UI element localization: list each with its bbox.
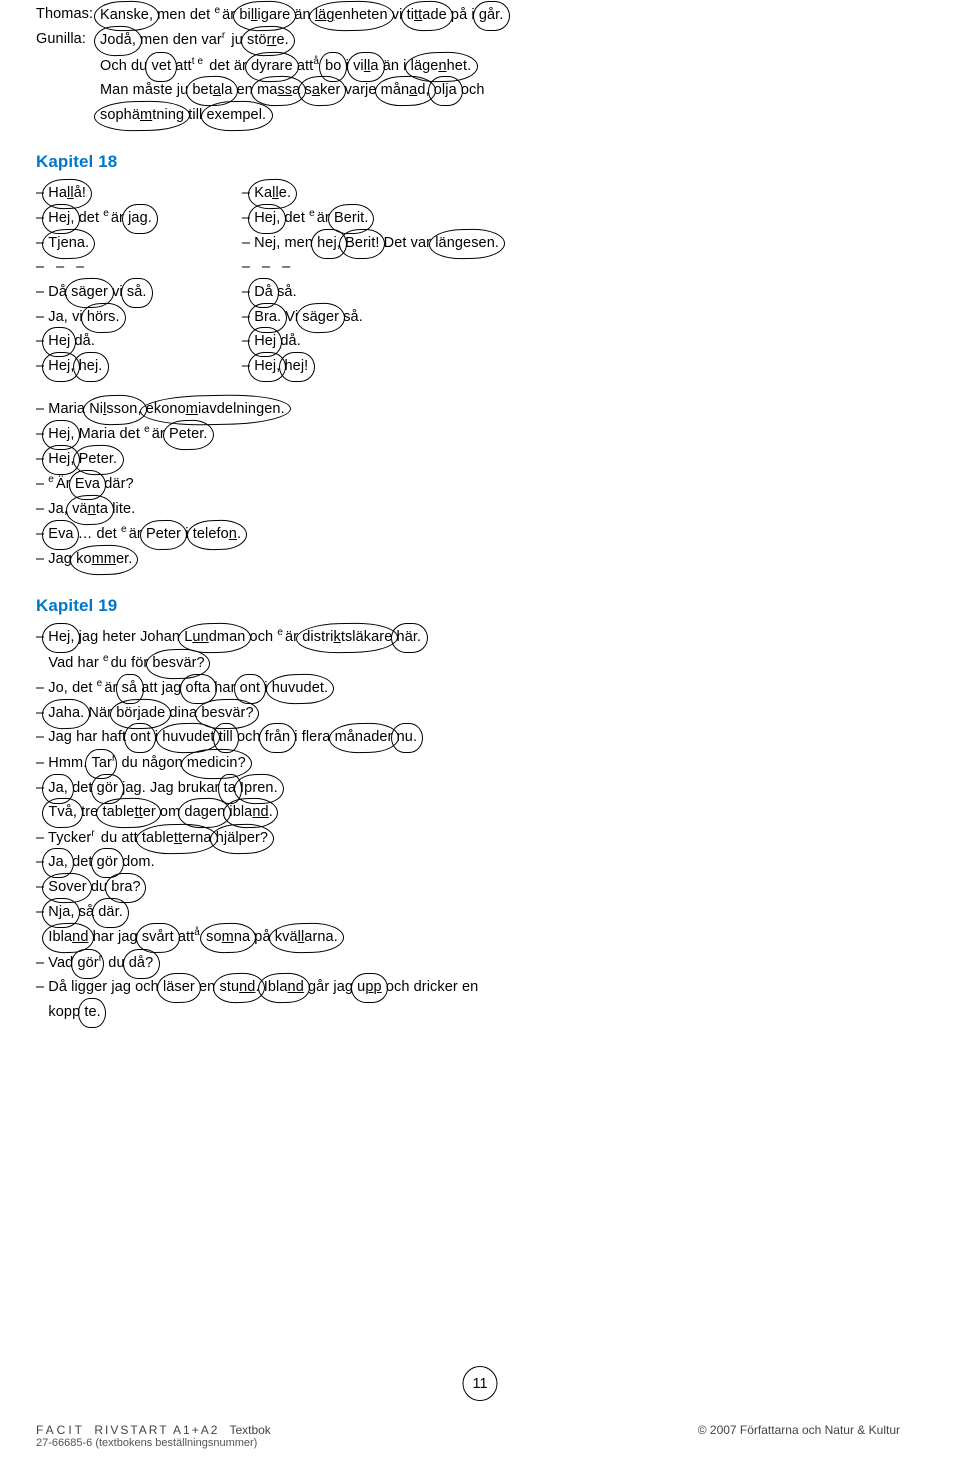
book-suffix: Textbok (229, 1423, 270, 1437)
speaker-label: Thomas: (36, 2, 100, 27)
speaker-label: Gunilla: (36, 27, 100, 52)
line: – Hej, det eär Berit. (242, 205, 499, 230)
line: Och du vet attt e det är dyrare attå bo … (100, 53, 900, 78)
dialog-row: Gunilla: Jodå, men den varr ju större. (36, 27, 900, 52)
line: – Vad görr du då? (36, 950, 900, 975)
line: – Tyckerr du att tabletterna hjälper? (36, 825, 900, 850)
line: – Hej då. (242, 329, 499, 354)
content: Thomas: Kanske, men det eär billigare än… (36, 0, 900, 1024)
footer-copyright: © 2007 Författarna och Natur & Kultur (698, 1423, 900, 1449)
line: – Hmm. Tarr du någon medicin? (36, 750, 900, 775)
ch18-left: – Hallå! – Hej, det eär jag. – Tjena. – … (36, 181, 152, 379)
chapter-18-heading: Kapitel 18 (36, 148, 900, 177)
line: – Då så. (242, 280, 499, 305)
line: Två, tre tabletter om dagen ibland. (36, 800, 900, 825)
line: – Då säger vi så. (36, 280, 152, 305)
page-number: 11 (463, 1366, 498, 1401)
line: – Jaha. När började dina besvär? (36, 701, 900, 726)
line: – Hallå! (36, 181, 152, 206)
line: Man måste ju betala en massa saker varje… (100, 78, 900, 103)
dialog-text: Jodå, men den varr ju större. (100, 27, 289, 52)
word: Kanske, (100, 3, 153, 28)
ch18-block2: – Maria Nilsson, ekonomiavdelningen. – H… (36, 397, 900, 572)
word: lägenheten (315, 3, 388, 28)
footer: FACIT RIVSTART A1+A2 Textbok 27-66685-6 … (36, 1423, 900, 1449)
line: – Tjena. (36, 231, 152, 256)
word: Jodå, (100, 28, 136, 53)
line: – Ja, vänta lite. (36, 497, 900, 522)
facit-label: FACIT (36, 1423, 85, 1437)
dialog-row: Thomas: Kanske, men det eär billigare än… (36, 2, 900, 27)
line: Vad har edu för besvär? (36, 650, 900, 675)
line: – Jo, det eär så att jag ofta har ont i … (36, 675, 900, 700)
line: – eÄr Eva där? (36, 471, 900, 496)
line: – Bra. Vi säger så. (242, 305, 499, 330)
footer-isbn: 27-66685-6 (textbokens beställningsnumme… (36, 1437, 271, 1449)
line: – Hej, Peter. (36, 447, 900, 472)
line: – Sover du bra? (36, 875, 900, 900)
line: – Jag har haft ont i huvudet till och fr… (36, 725, 900, 750)
line: – Hej, hej. (36, 354, 152, 379)
line: – Hej, Maria det eär Peter. (36, 421, 900, 446)
line: – – – (242, 255, 499, 280)
line: – Hej, jag heter Johan Lundman och eär d… (36, 624, 900, 649)
ch19-block: – Hej, jag heter Johan Lundman och eär d… (36, 624, 900, 1024)
line: – Hej, det eär jag. (36, 205, 152, 230)
book-label: RIVSTART A1+A2 (94, 1423, 219, 1437)
ch18-right: – Kalle. – Hej, det eär Berit. – Nej, me… (242, 181, 499, 379)
line: – Nej, men hej, Berit! Det var längesen. (242, 231, 499, 256)
word: större. (247, 28, 289, 53)
line: sophämtning till exempel. (100, 103, 900, 128)
dialog-cont: Och du vet attt e det är dyrare attå bo … (36, 53, 900, 128)
word: tittade (407, 3, 447, 28)
line: – Nja, så där. (36, 900, 900, 925)
line: – Då ligger jag och läser en stund. Ibla… (36, 975, 900, 1000)
page: Thomas: Kanske, men det eär billigare än… (0, 0, 960, 1471)
line: – Hej då. (36, 329, 152, 354)
footer-title: FACIT RIVSTART A1+A2 Textbok (36, 1423, 271, 1437)
line: – Hej, hej! (242, 354, 499, 379)
word: billigare (239, 3, 290, 28)
line: – Eva … det eär Peter i telefon. (36, 521, 900, 546)
line: – Jag kommer. (36, 547, 900, 572)
line: Ibland har jag svårt attå somna på kväll… (36, 924, 900, 949)
line: – Ja, vi hörs. (36, 305, 152, 330)
line: – Kalle. (242, 181, 499, 206)
line: – Ja, det gör jag. Jag brukar ta Ipren. (36, 776, 900, 801)
chapter-19-heading: Kapitel 19 (36, 592, 900, 621)
footer-left: FACIT RIVSTART A1+A2 Textbok 27-66685-6 … (36, 1423, 271, 1449)
line: – – – (36, 255, 152, 280)
ch18-two-col: – Hallå! – Hej, det eär jag. – Tjena. – … (36, 181, 900, 379)
line: kopp te. (36, 1000, 900, 1025)
line: – Maria Nilsson, ekonomiavdelningen. (36, 397, 900, 422)
word: går. (479, 3, 504, 28)
dialog-text: Kanske, men det eär billigare än lägenhe… (100, 2, 503, 27)
line: – Ja, det gör dom. (36, 850, 900, 875)
